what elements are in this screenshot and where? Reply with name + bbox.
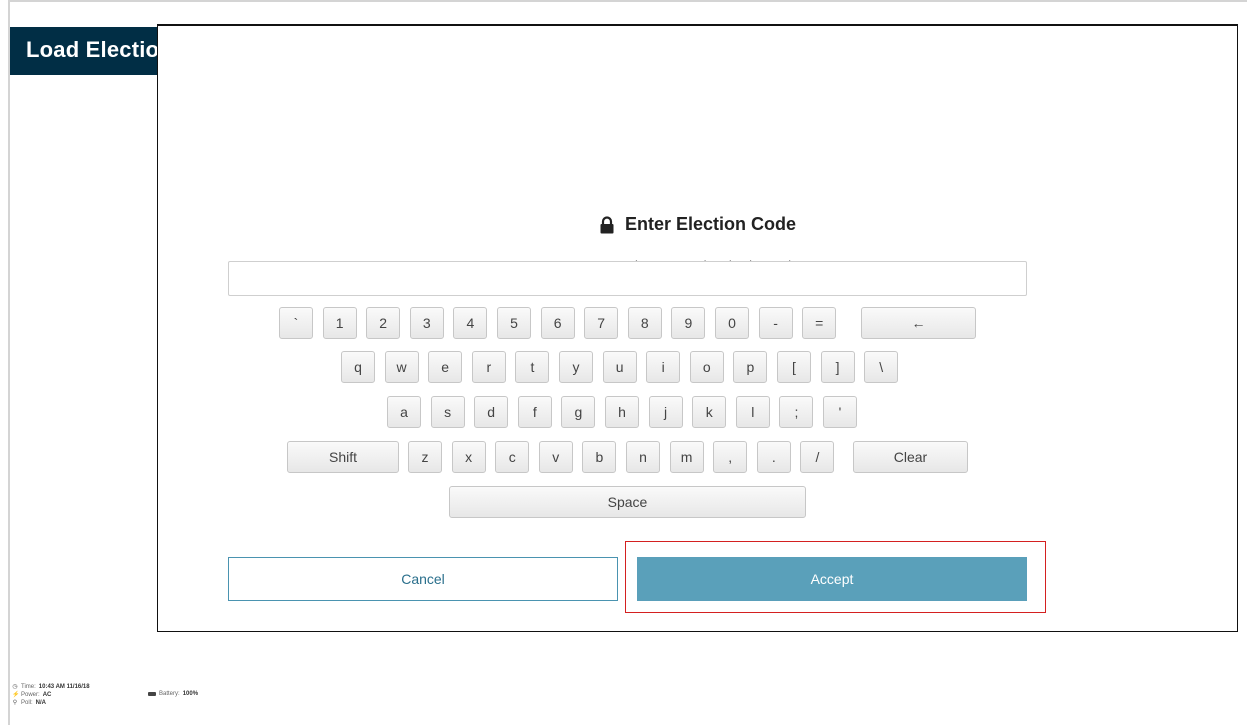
key-row2-12[interactable]: \	[864, 351, 899, 383]
key-row3-7[interactable]: k	[692, 396, 727, 428]
location-pin-icon: ⚲	[12, 700, 18, 706]
cancel-button[interactable]: Cancel	[228, 557, 618, 601]
key-row1-6[interactable]: 6	[540, 307, 575, 339]
key-row1-4[interactable]: 4	[453, 307, 488, 339]
key-row1-11[interactable]: -	[758, 307, 793, 339]
key-row1-0[interactable]: `	[279, 307, 313, 339]
key-row3-5[interactable]: h	[605, 396, 639, 428]
status-battery-value: 100%	[182, 691, 199, 697]
key-row4-7[interactable]: m	[669, 441, 704, 473]
status-poll-label: Poll:	[21, 700, 33, 706]
key-row1-8[interactable]: 8	[627, 307, 662, 339]
key-row1-7[interactable]: 7	[584, 307, 619, 339]
key-row3-4[interactable]: g	[561, 396, 596, 428]
shift-key[interactable]: Shift	[287, 441, 399, 473]
key-row1-9[interactable]: 9	[671, 307, 706, 339]
key-row2-10[interactable]: [	[777, 351, 811, 383]
accept-button[interactable]: Accept	[637, 557, 1027, 601]
key-row2-7[interactable]: i	[646, 351, 681, 383]
key-row4-3[interactable]: c	[495, 441, 530, 473]
key-row3-10[interactable]: '	[823, 396, 857, 428]
key-row4-8[interactable]: ,	[713, 441, 748, 473]
key-row2-2[interactable]: e	[428, 351, 463, 383]
dialog-title-row: Enter Election Code	[158, 214, 1237, 239]
clock-icon: ◷	[12, 684, 18, 690]
status-time-row: ◷ Time: 10:43 AM 11/16/18	[12, 683, 90, 691]
dialog-title: Enter Election Code	[599, 214, 796, 235]
battery-icon	[148, 692, 156, 696]
status-panel: ◷ Time: 10:43 AM 11/16/18 ⚡ Power: AC ⚲ …	[12, 683, 90, 707]
status-power-label: Power:	[21, 692, 40, 698]
status-battery: Battery: 100%	[148, 691, 198, 697]
key-row2-0[interactable]: q	[341, 351, 375, 383]
key-row2-4[interactable]: t	[515, 351, 550, 383]
backspace-key[interactable]: ←	[861, 307, 976, 339]
key-row1-2[interactable]: 2	[366, 307, 401, 339]
key-row1-12[interactable]: =	[802, 307, 837, 339]
lock-icon	[600, 215, 614, 233]
key-row4-4[interactable]: v	[538, 441, 573, 473]
key-row1-5[interactable]: 5	[497, 307, 531, 339]
key-row3-8[interactable]: l	[735, 396, 770, 428]
status-time-label: Time:	[21, 684, 36, 690]
key-row3-9[interactable]: ;	[779, 396, 814, 428]
key-row2-8[interactable]: o	[689, 351, 724, 383]
key-row2-5[interactable]: y	[559, 351, 593, 383]
key-row3-0[interactable]: a	[387, 396, 421, 428]
key-row2-6[interactable]: u	[602, 351, 637, 383]
key-row4-2[interactable]: x	[451, 441, 486, 473]
status-poll-value: N/A	[35, 700, 47, 706]
status-poll-row: ⚲ Poll: N/A	[12, 699, 90, 707]
key-row3-1[interactable]: s	[430, 396, 465, 428]
page-title: Load Election	[26, 37, 173, 62]
status-time-value: 10:43 AM 11/16/18	[38, 684, 90, 690]
election-code-input[interactable]	[228, 261, 1027, 296]
status-power-row: ⚡ Power: AC	[12, 691, 90, 699]
key-row1-10[interactable]: 0	[715, 307, 749, 339]
key-row4-5[interactable]: b	[582, 441, 617, 473]
key-row3-3[interactable]: f	[517, 396, 552, 428]
plug-icon: ⚡	[12, 692, 20, 698]
key-row2-3[interactable]: r	[471, 351, 506, 383]
status-power-value: AC	[42, 692, 52, 698]
space-key[interactable]: Space	[449, 486, 806, 518]
key-row3-2[interactable]: d	[474, 396, 509, 428]
key-row4-9[interactable]: .	[756, 441, 791, 473]
dialog-title-text: Enter Election Code	[624, 214, 797, 234]
key-row4-10[interactable]: /	[800, 441, 835, 473]
key-row3-6[interactable]: j	[648, 396, 683, 428]
key-row2-9[interactable]: p	[733, 351, 768, 383]
key-row4-1[interactable]: z	[408, 441, 442, 473]
key-row1-1[interactable]: 1	[322, 307, 357, 339]
key-row2-1[interactable]: w	[384, 351, 419, 383]
key-row2-11[interactable]: ]	[820, 351, 855, 383]
key-row1-3[interactable]: 3	[409, 307, 444, 339]
dialog-top-border	[157, 24, 1238, 26]
clear-key[interactable]: Clear	[853, 441, 968, 473]
key-row4-6[interactable]: n	[626, 441, 660, 473]
status-battery-label: Battery:	[159, 691, 180, 697]
